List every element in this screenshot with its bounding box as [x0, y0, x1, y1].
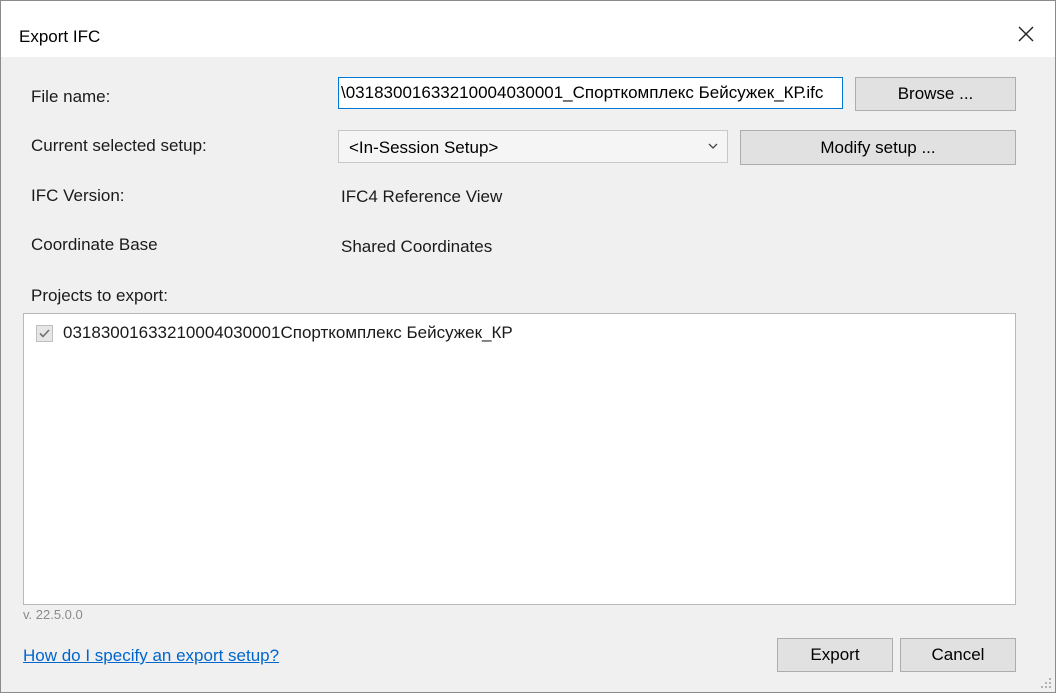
- file-name-input[interactable]: \03183001633210004030001_Спорткомплекс Б…: [338, 77, 843, 109]
- checkmark-icon: [39, 328, 50, 338]
- cancel-button[interactable]: Cancel: [900, 638, 1016, 672]
- ifc-version-label: IFC Version:: [31, 186, 125, 205]
- export-button[interactable]: Export: [777, 638, 893, 672]
- project-checkbox[interactable]: [36, 324, 53, 342]
- coordinate-base-label: Coordinate Base: [31, 235, 158, 254]
- file-name-value: \03183001633210004030001_Спорткомплекс Б…: [341, 83, 824, 102]
- setup-select-value: <In-Session Setup>: [349, 138, 499, 157]
- coordinate-base-value: Shared Coordinates: [341, 237, 493, 256]
- file-name-label: File name:: [31, 87, 111, 106]
- setup-select[interactable]: <In-Session Setup>: [338, 130, 728, 163]
- projects-list[interactable]: 03183001633210004030001Спорткомплекс Бей…: [23, 313, 1016, 605]
- browse-button[interactable]: Browse ...: [855, 77, 1016, 111]
- export-ifc-dialog: Export IFC File name: \03183001633210004…: [0, 0, 1056, 693]
- resize-grip-icon[interactable]: [1040, 677, 1052, 689]
- projects-label: Projects to export:: [31, 286, 169, 305]
- help-link[interactable]: How do I specify an export setup?: [23, 646, 279, 666]
- list-item[interactable]: 03183001633210004030001Спорткомплекс Бей…: [36, 322, 513, 344]
- modify-setup-button[interactable]: Modify setup ...: [740, 130, 1016, 165]
- dialog-title: Export IFC: [19, 27, 101, 46]
- close-icon: [1018, 26, 1034, 42]
- chevron-down-icon: [708, 143, 718, 149]
- title-bar: Export IFC: [1, 1, 1055, 57]
- project-label: 03183001633210004030001Спорткомплекс Бей…: [63, 323, 513, 342]
- close-button[interactable]: [1015, 23, 1037, 45]
- ifc-version-value: IFC4 Reference View: [341, 187, 503, 206]
- version-label: v. 22.5.0.0: [23, 607, 83, 622]
- setup-label: Current selected setup:: [31, 136, 207, 155]
